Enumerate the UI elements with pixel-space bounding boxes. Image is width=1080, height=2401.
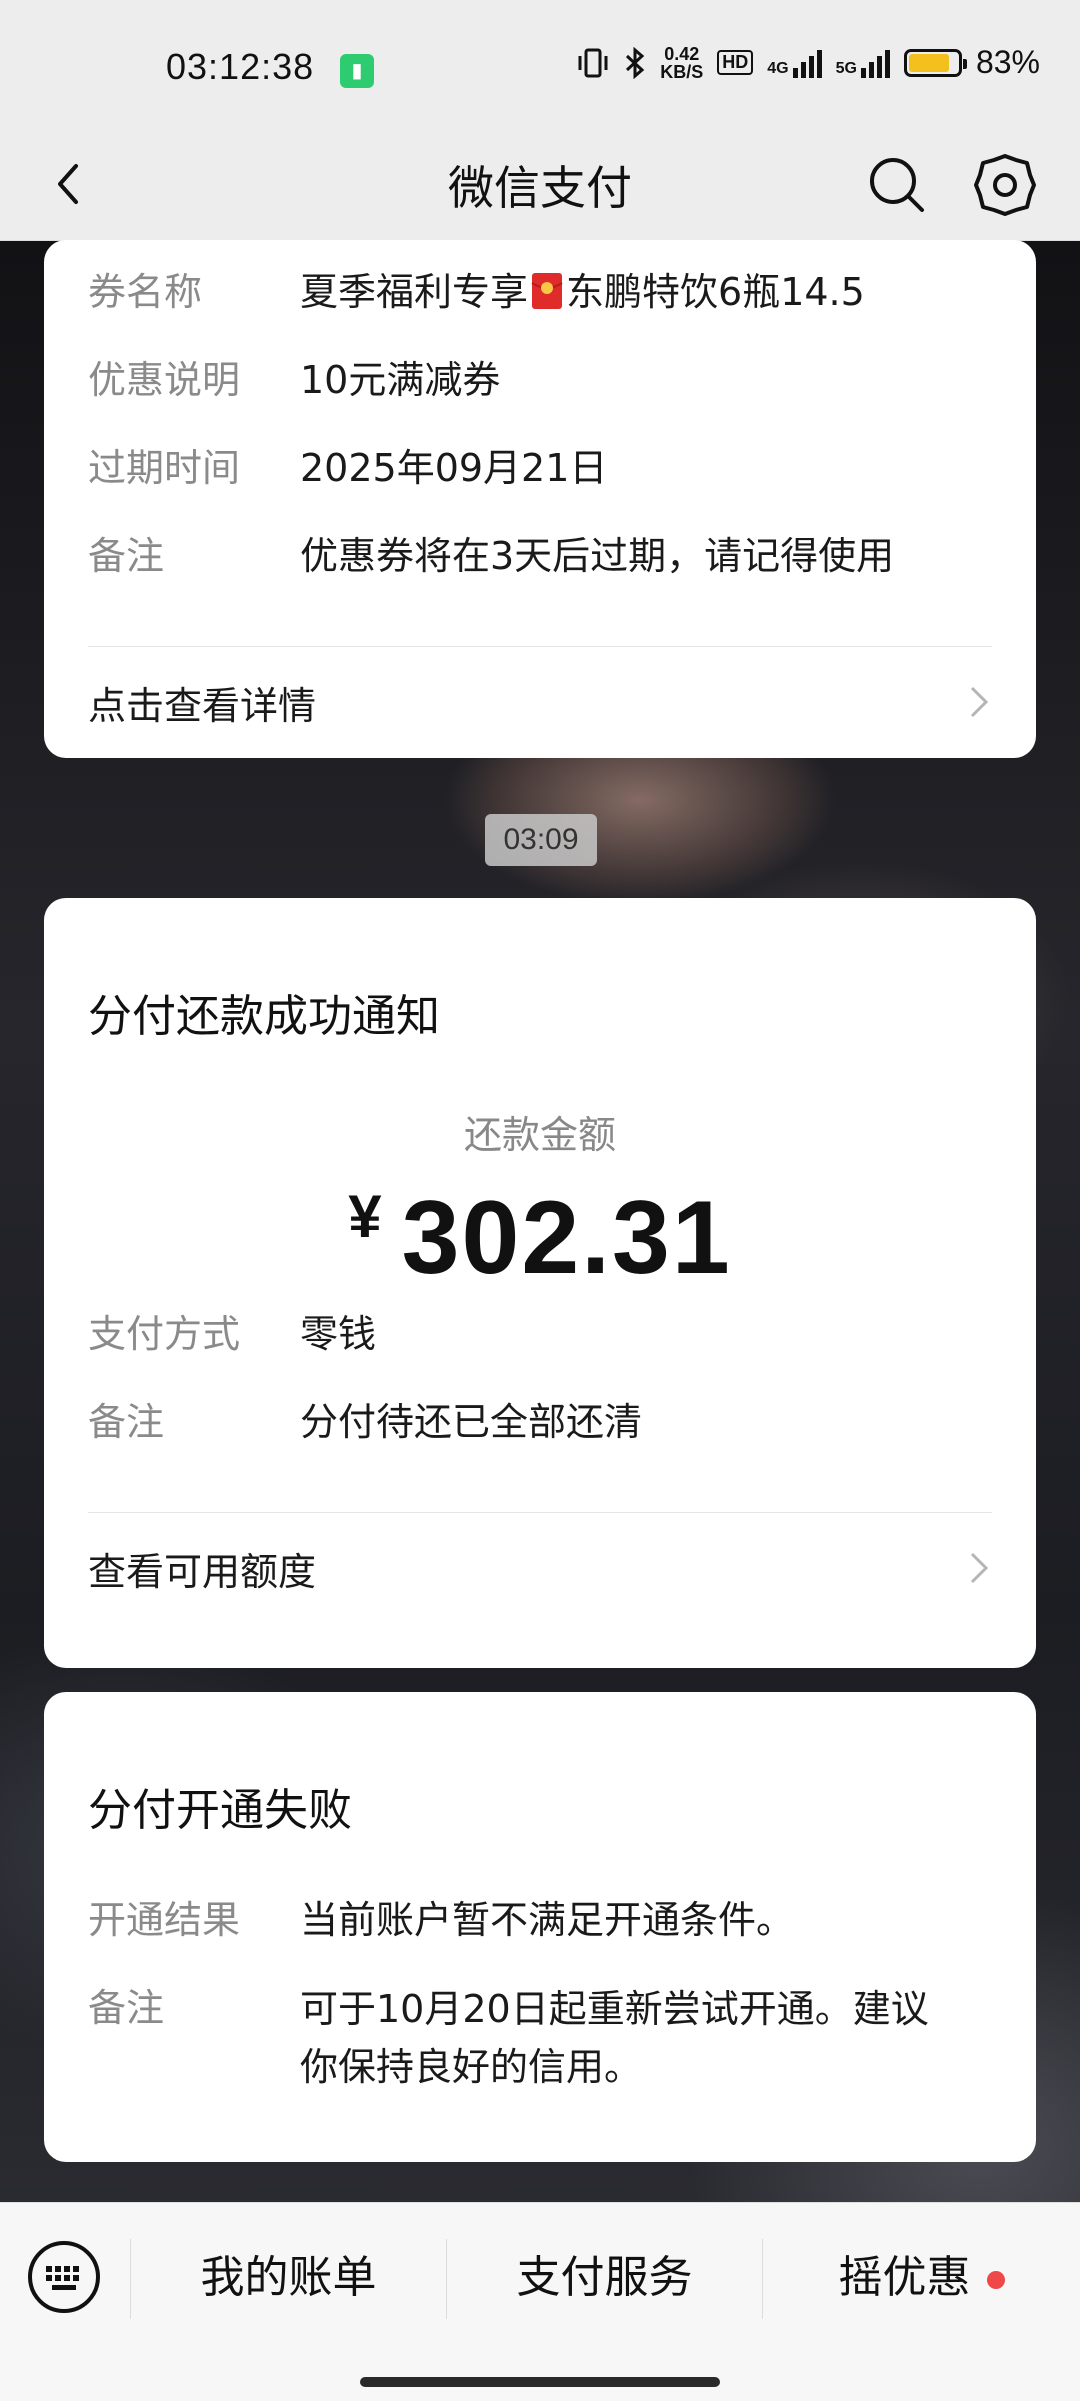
- status-bar: 03:12:38 ▮ 0.42 KB/S HD 4G 5G 83%: [0, 0, 1080, 130]
- signal-4g: 4G: [767, 48, 822, 78]
- card-title: 分付开通失败: [88, 1785, 352, 1836]
- activation-failed-card: 分付开通失败 开通结果 当前账户暂不满足开通条件。 备注 可于10月20日起重新…: [44, 1692, 1036, 2162]
- row-value: 2025年09月21日: [300, 446, 608, 490]
- row-label: 过期时间: [88, 446, 241, 490]
- chevron-right-icon: [970, 686, 989, 718]
- row-label: 备注: [88, 1986, 165, 2030]
- activation-result-row: 开通结果 当前账户暂不满足开通条件。: [88, 1892, 992, 1948]
- charging-app-icon: ▮: [340, 54, 374, 88]
- bluetooth-icon: [626, 46, 645, 79]
- message-timestamp: 03:09: [485, 814, 597, 866]
- amount-label: 还款金额: [463, 1113, 616, 1157]
- tab-label: 摇优惠: [838, 2252, 971, 2303]
- tab-my-bills[interactable]: 我的账单: [131, 2233, 446, 2323]
- coupon-expiry-card: 券名称 夏季福利专享 东鹏特饮6瓶14.5 优惠说明 10元满减券 过期时间 20…: [44, 240, 1036, 758]
- row-value: 10元满减券: [300, 358, 501, 402]
- row-label: 备注: [88, 534, 165, 578]
- signal-bars-icon: [860, 48, 890, 78]
- row-value: 可于10月20日起重新尝试开通。建议 你保持良好的信用。: [300, 1987, 929, 2089]
- link-label: 查看可用额度: [88, 1549, 317, 1594]
- coupon-details-link[interactable]: 点击查看详情: [88, 647, 992, 757]
- row-value: 优惠券将在3天后过期，请记得使用: [300, 534, 895, 578]
- notification-dot: [986, 2271, 1005, 2289]
- network-speed: 0.42 KB/S: [660, 43, 704, 82]
- keyboard-icon[interactable]: [26, 2239, 102, 2315]
- row-value: 分付待还已全部还清: [300, 1400, 643, 1444]
- bottom-menu-bar: 我的账单 支付服务 摇优惠: [0, 2202, 1080, 2401]
- link-label: 点击查看详情: [88, 683, 317, 728]
- amount-value: 302.31: [401, 1180, 732, 1296]
- gear-icon[interactable]: [970, 150, 1040, 220]
- row-label: 券名称: [88, 270, 203, 314]
- signal-bars-icon: [792, 48, 822, 78]
- row-label: 支付方式: [88, 1312, 241, 1356]
- coupon-name-row: 券名称 夏季福利专享 东鹏特饮6瓶14.5: [88, 264, 992, 320]
- row-label: 开通结果: [88, 1898, 241, 1942]
- card-title: 分付还款成功通知: [88, 991, 440, 1042]
- tab-shake-discount[interactable]: 摇优惠: [763, 2233, 1080, 2323]
- battery-percent: 83%: [975, 44, 1040, 80]
- tab-payment-services[interactable]: 支付服务: [447, 2233, 762, 2323]
- repayment-success-card: 分付还款成功通知 还款金额 ¥302.31 支付方式 零钱 备注 分付待还已全部…: [44, 898, 1036, 1668]
- activation-note-row: 备注 可于10月20日起重新尝试开通。建议 你保持良好的信用。: [88, 1980, 992, 2096]
- view-credit-limit-link[interactable]: 查看可用额度: [88, 1513, 992, 1623]
- hd-voice-badge: HD: [717, 50, 754, 75]
- coupon-expiry-row: 过期时间 2025年09月21日: [88, 440, 992, 496]
- row-value: 当前账户暂不满足开通条件。: [300, 1898, 795, 1942]
- coupon-desc-row: 优惠说明 10元满减券: [88, 352, 992, 408]
- currency-symbol: ¥: [348, 1183, 382, 1250]
- coupon-name-value: 夏季福利专享 东鹏特饮6瓶14.5: [300, 270, 865, 314]
- vibrate-icon: [578, 48, 608, 77]
- payment-method-row: 支付方式 零钱: [88, 1306, 992, 1362]
- row-label: 备注: [88, 1400, 165, 1444]
- search-icon[interactable]: [862, 150, 932, 220]
- battery-icon: [903, 48, 967, 77]
- coupon-note-row: 备注 优惠券将在3天后过期，请记得使用: [88, 528, 992, 584]
- red-envelope-icon: [531, 273, 563, 309]
- status-time: 03:12:38: [166, 46, 315, 87]
- row-label: 优惠说明: [88, 358, 241, 402]
- repayment-amount: ¥302.31: [88, 1179, 992, 1298]
- signal-5g: 5G: [836, 48, 890, 78]
- repayment-note-row: 备注 分付待还已全部还清: [88, 1394, 992, 1450]
- home-indicator[interactable]: [360, 2377, 720, 2387]
- row-value: 零钱: [300, 1312, 377, 1356]
- chevron-right-icon: [970, 1552, 989, 1584]
- navigation-bar: 微信支付: [0, 130, 1080, 241]
